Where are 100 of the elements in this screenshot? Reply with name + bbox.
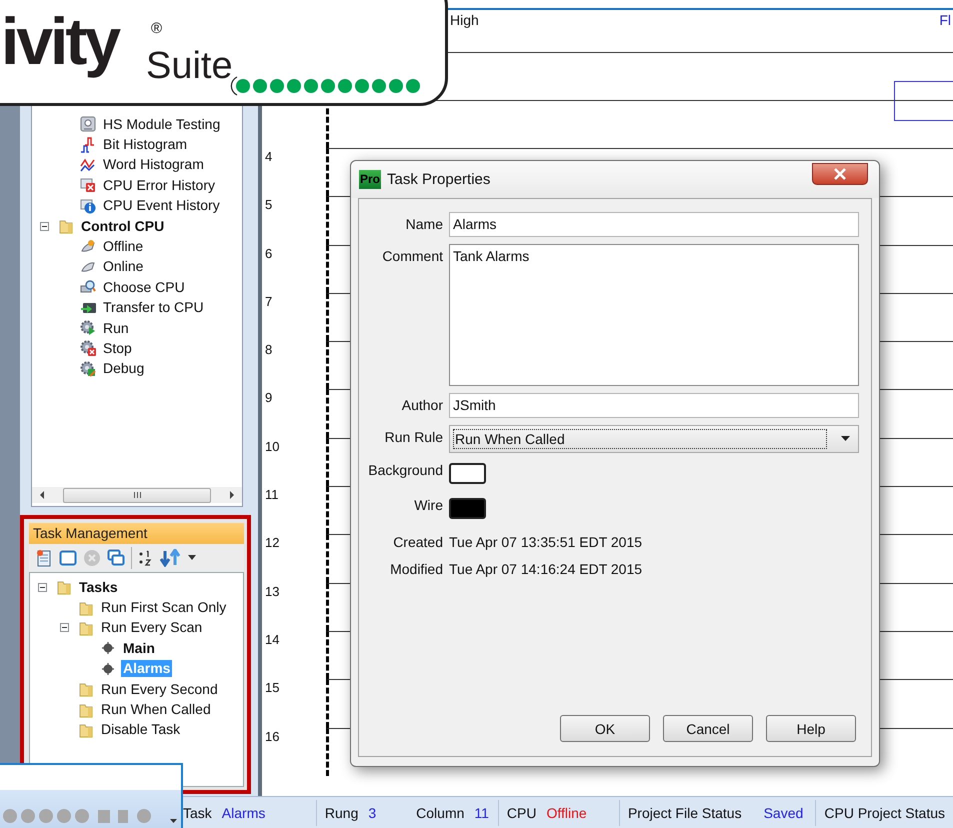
rung-number: 5 <box>264 196 274 214</box>
line-chart-icon <box>80 156 96 173</box>
rung-number: 6 <box>264 244 274 263</box>
field-label: Created <box>392 534 443 550</box>
tree-item[interactable]: Run <box>101 320 131 337</box>
dot-icon <box>100 640 116 656</box>
collapse-icon[interactable] <box>38 582 47 592</box>
windows-icon[interactable] <box>107 549 125 567</box>
tree-item[interactable]: Offline <box>101 238 146 256</box>
dropdown[interactable]: Run When Called <box>449 425 859 453</box>
tree-item[interactable]: Bit Histogram <box>101 136 190 154</box>
rung-number: 15 <box>264 679 280 698</box>
tree-item[interactable]: Run Every Scan <box>99 619 204 636</box>
rung-number: 8 <box>264 341 274 360</box>
new-page-icon[interactable] <box>35 549 53 567</box>
tree-item[interactable]: Run Every Second <box>99 680 220 698</box>
instruction-box[interactable] <box>894 81 953 121</box>
tree-item[interactable]: Main <box>121 640 157 657</box>
tree-item[interactable]: Stop <box>101 340 134 357</box>
folder-icon <box>78 702 94 718</box>
rung-number: 14 <box>264 630 280 649</box>
tree-item[interactable]: Debug <box>101 360 146 378</box>
tree-item[interactable]: Disable Task <box>99 721 182 738</box>
tree-item[interactable]: HS Module Testing <box>101 116 222 133</box>
horizontal-scrollbar[interactable] <box>32 487 242 503</box>
dialog-button[interactable]: Help <box>766 715 856 742</box>
tree-item[interactable]: Run When Called <box>99 701 213 718</box>
status-label: Task <box>183 804 212 820</box>
field-label: Modified <box>389 561 443 577</box>
date-text: Tue Apr 07 13:35:51 EDT 2015 <box>449 534 642 550</box>
folder-icon <box>78 620 94 636</box>
tree-item[interactable]: CPU Error History <box>101 176 218 194</box>
logo-suffix: Suite <box>146 44 233 88</box>
text-field[interactable]: JSmith <box>449 393 859 418</box>
registered-mark: ® <box>151 21 162 37</box>
error-icon <box>80 177 96 194</box>
comment-field[interactable]: Tank Alarms <box>449 244 859 386</box>
tree-item[interactable]: Transfer to CPU <box>101 299 206 316</box>
panel-title: Task Management <box>29 523 244 544</box>
folder-icon <box>58 218 74 234</box>
folder-icon <box>78 600 94 616</box>
rung-number: 12 <box>264 534 280 552</box>
gear-play-icon <box>80 320 96 336</box>
tree-item[interactable]: Online <box>101 258 146 276</box>
tree-item[interactable]: Run First Scan Only <box>99 599 228 616</box>
status-value: Alarms <box>222 804 266 820</box>
pulse-chart-icon <box>80 136 96 153</box>
caret-icon[interactable] <box>188 555 196 561</box>
caret-icon <box>841 436 850 442</box>
date-text: Tue Apr 07 14:16:24 EDT 2015 <box>449 561 642 577</box>
collapse-icon[interactable] <box>40 222 49 231</box>
status-value: Saved <box>764 804 804 820</box>
field-label: Wire <box>413 496 443 513</box>
status-label: CPU Project Status <box>824 804 945 820</box>
text-field[interactable]: Alarms <box>449 212 859 237</box>
dialog-button[interactable]: Cancel <box>663 715 753 742</box>
info-icon <box>80 198 96 214</box>
gear-stop-icon <box>80 340 96 356</box>
color-swatch[interactable] <box>449 498 486 519</box>
rung-number: 13 <box>264 582 280 601</box>
rung-number: 7 <box>264 292 274 311</box>
rung-number: 10 <box>264 438 280 456</box>
ladder-label: Fl <box>939 12 952 30</box>
color-swatch[interactable] <box>449 463 486 484</box>
gear-debug-icon <box>80 360 96 377</box>
folder-icon <box>78 681 94 698</box>
module-icon <box>80 116 96 132</box>
status-label: Project File Status <box>628 804 742 820</box>
rung-number: 9 <box>264 389 274 408</box>
status-value: 11 <box>474 804 489 820</box>
rung-number: 11 <box>264 486 280 504</box>
tree-item[interactable]: Tasks <box>77 578 120 596</box>
dialog-button[interactable]: OK <box>560 715 650 742</box>
scroll-right-icon[interactable] <box>228 491 236 499</box>
folder-icon <box>78 722 94 738</box>
field-label: Comment <box>381 247 443 264</box>
window-icon[interactable] <box>59 549 77 567</box>
folder-icon <box>56 579 72 596</box>
sort-arrows-icon[interactable] <box>160 549 182 567</box>
field-label: Author <box>400 396 443 413</box>
status-value: Offline <box>546 804 587 820</box>
close-button[interactable] <box>812 163 868 185</box>
tree-item[interactable]: Control CPU <box>79 218 166 235</box>
ladder-label: High <box>450 12 479 30</box>
status-label: CPU <box>506 804 536 820</box>
caret-icon[interactable] <box>170 819 177 824</box>
status-label: Column <box>416 804 464 820</box>
rung-number: 16 <box>264 728 280 746</box>
tree-item[interactable]: Word Histogram <box>101 156 206 174</box>
dialog-title: Task Properties <box>387 171 490 188</box>
numbered-list-icon[interactable] <box>138 549 154 567</box>
scroll-left-icon[interactable] <box>38 491 46 499</box>
field-label: Name <box>404 215 443 232</box>
field-label: Run Rule <box>384 428 443 445</box>
status-label: Rung <box>324 804 358 820</box>
tree-item[interactable]: Choose CPU <box>101 278 187 296</box>
magnifier-icon <box>80 279 96 296</box>
tree-item[interactable]: CPU Event History <box>101 197 222 214</box>
app-badge-icon: Pro <box>359 170 382 189</box>
collapse-icon[interactable] <box>60 623 69 632</box>
